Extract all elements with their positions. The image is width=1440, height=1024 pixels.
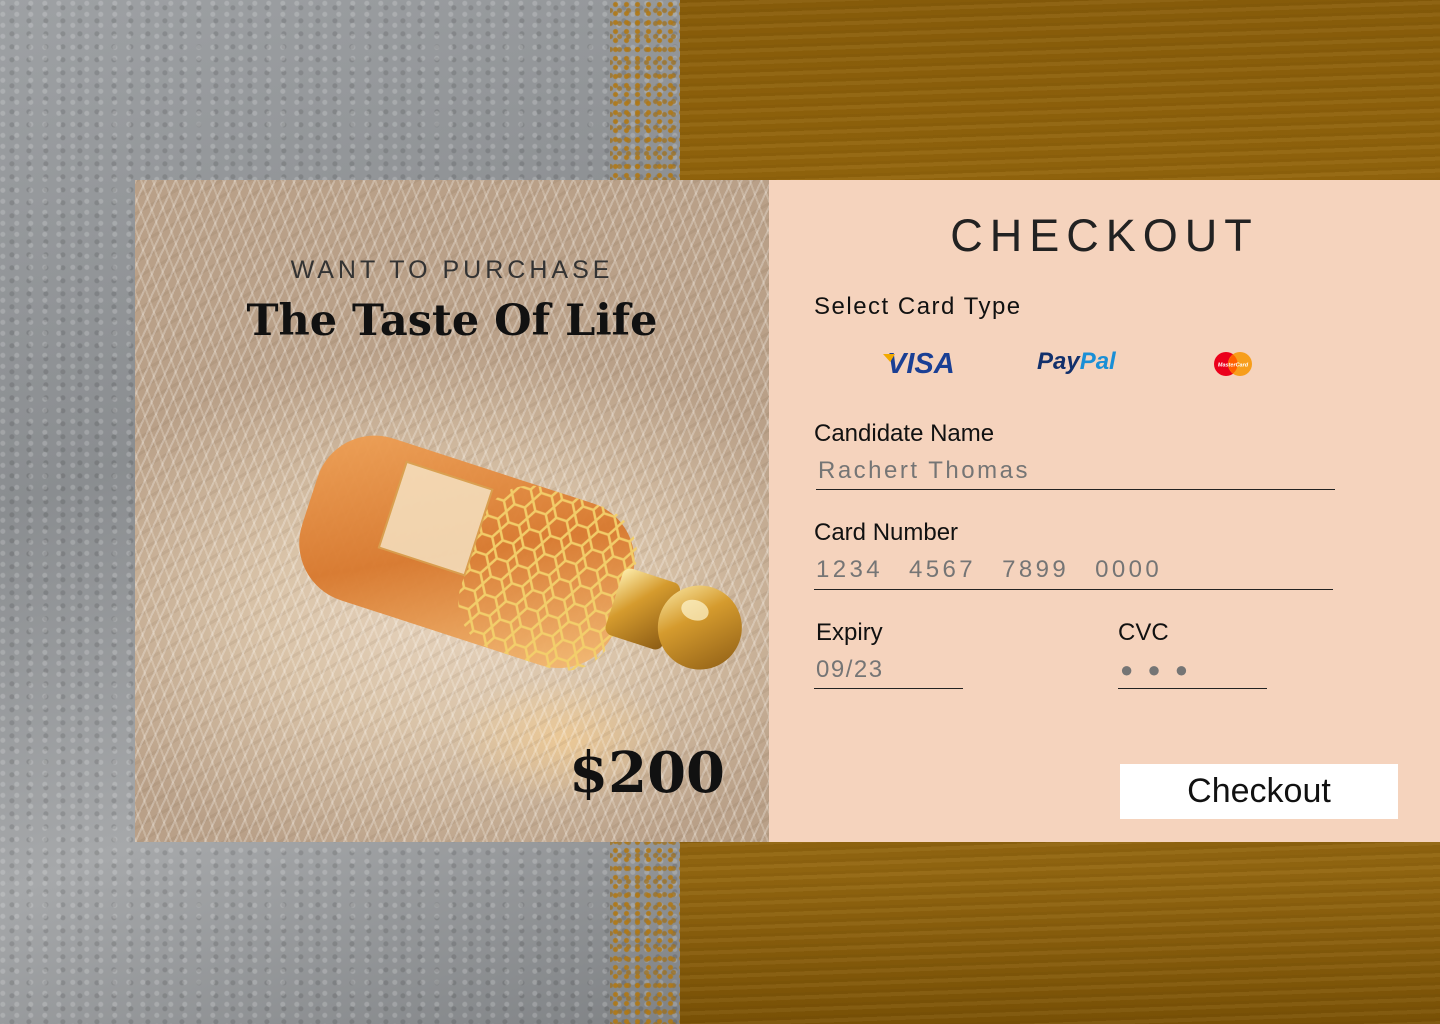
- card-number-input[interactable]: [814, 554, 1333, 590]
- expiry-input[interactable]: [814, 654, 963, 689]
- perfume-bottle-image: [299, 435, 742, 671]
- paypal-logo-pal: Pal: [1079, 348, 1116, 375]
- expiry-label: Expiry: [816, 619, 883, 646]
- select-card-type-label: Select Card Type: [814, 293, 1022, 320]
- checkout-title: CHECKOUT: [950, 210, 1259, 261]
- product-price: $200: [569, 740, 725, 806]
- product-title: The Taste Of Life: [246, 296, 658, 346]
- paypal-option[interactable]: PayPal: [1037, 348, 1116, 376]
- cvc-input[interactable]: [1118, 654, 1267, 689]
- candidate-name-label: Candidate Name: [814, 420, 995, 447]
- card-type-options: VISA PayPal MasterCard: [769, 340, 1440, 390]
- product-card: WANT TO PURCHASE The Taste Of Life $200: [135, 180, 769, 842]
- paypal-logo-pay: Pay: [1037, 348, 1080, 375]
- cvc-label: CVC: [1118, 619, 1169, 646]
- mastercard-logo-text: MasterCard: [1218, 363, 1249, 369]
- visa-logo-text: VISA: [887, 348, 955, 380]
- checkout-button[interactable]: Checkout: [1120, 764, 1398, 819]
- visa-card-option[interactable]: VISA: [887, 348, 955, 381]
- candidate-name-input[interactable]: [816, 455, 1335, 490]
- mastercard-option[interactable]: MasterCard: [1211, 350, 1255, 378]
- product-eyebrow: WANT TO PURCHASE: [290, 256, 614, 284]
- checkout-panel: CHECKOUT Select Card Type VISA PayPal Ma…: [769, 180, 1440, 842]
- card-number-label: Card Number: [814, 519, 959, 546]
